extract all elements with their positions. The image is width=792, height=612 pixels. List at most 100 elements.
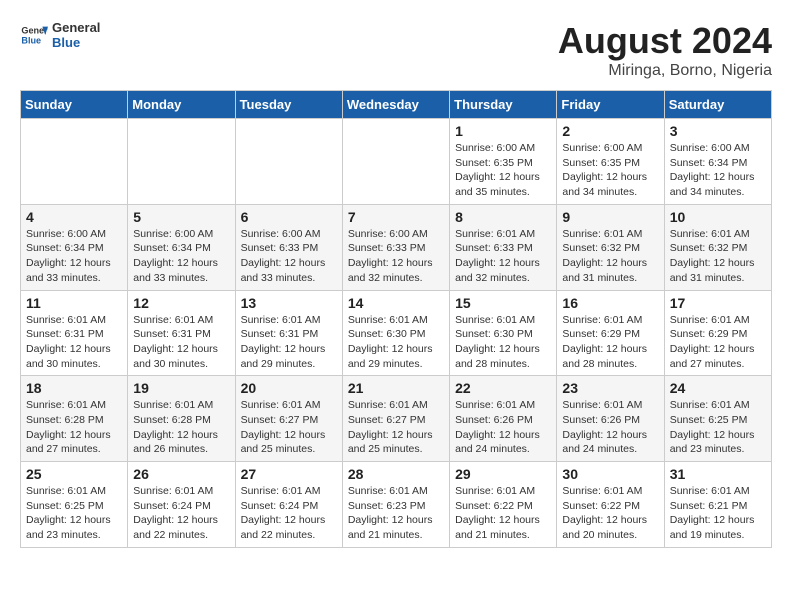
month-year-title: August 2024 <box>558 20 772 62</box>
calendar-cell <box>128 119 235 205</box>
calendar-cell: 24Sunrise: 6:01 AM Sunset: 6:25 PM Dayli… <box>664 376 771 462</box>
calendar-cell: 14 Sunrise: 6:01 AM Sunset: 6:30 PM Dayli… <box>342 290 449 376</box>
logo-general: General <box>52 20 100 35</box>
weekday-header-monday: Monday <box>128 91 235 119</box>
day-number: 2 <box>562 123 658 139</box>
day-number: 25 <box>26 466 122 482</box>
calendar-cell: 28Sunrise: 6:01 AM Sunset: 6:23 PM Dayli… <box>342 462 449 548</box>
day-info: Sunrise: 6:01 AM Sunset: 6:24 PM Dayligh… <box>241 484 337 543</box>
calendar-cell: 10 Sunrise: 6:01 AM Sunset: 6:32 PM Dayli… <box>664 204 771 290</box>
day-info: Sunrise: 6:01 AM Sunset: 6:23 PM Dayligh… <box>348 484 444 543</box>
weekday-header-wednesday: Wednesday <box>342 91 449 119</box>
calendar-cell: 26 Sunrise: 6:01 AM Sunset: 6:24 PM Dayli… <box>128 462 235 548</box>
day-number: 26 <box>133 466 229 482</box>
day-number: 4 <box>26 209 122 225</box>
day-info: Sunrise: 6:01 AM Sunset: 6:27 PM Dayligh… <box>241 398 337 457</box>
day-number: 1 <box>455 123 551 139</box>
weekday-header-tuesday: Tuesday <box>235 91 342 119</box>
calendar-cell: 17Sunrise: 6:01 AM Sunset: 6:29 PM Dayli… <box>664 290 771 376</box>
day-info: Sunrise: 6:01 AM Sunset: 6:32 PM Dayligh… <box>670 227 766 286</box>
day-number: 31 <box>670 466 766 482</box>
calendar-cell: 29 Sunrise: 6:01 AM Sunset: 6:22 PM Dayli… <box>450 462 557 548</box>
day-number: 21 <box>348 380 444 396</box>
calendar-cell: 13 Sunrise: 6:01 AM Sunset: 6:31 PM Dayli… <box>235 290 342 376</box>
day-info: Sunrise: 6:00 AM Sunset: 6:35 PM Dayligh… <box>455 141 551 200</box>
day-info: Sunrise: 6:00 AM Sunset: 6:34 PM Dayligh… <box>26 227 122 286</box>
day-info: Sunrise: 6:01 AM Sunset: 6:25 PM Dayligh… <box>670 398 766 457</box>
week-row-1: 1 Sunrise: 6:00 AM Sunset: 6:35 PM Daylig… <box>21 119 772 205</box>
day-number: 23 <box>562 380 658 396</box>
day-info: Sunrise: 6:01 AM Sunset: 6:28 PM Dayligh… <box>133 398 229 457</box>
day-info: Sunrise: 6:01 AM Sunset: 6:33 PM Dayligh… <box>455 227 551 286</box>
calendar-cell <box>235 119 342 205</box>
calendar-cell: 6Sunrise: 6:00 AM Sunset: 6:33 PM Daylig… <box>235 204 342 290</box>
week-row-3: 11 Sunrise: 6:01 AM Sunset: 6:31 PM Dayli… <box>21 290 772 376</box>
day-number: 29 <box>455 466 551 482</box>
day-info: Sunrise: 6:01 AM Sunset: 6:22 PM Dayligh… <box>562 484 658 543</box>
day-info: Sunrise: 6:00 AM Sunset: 6:33 PM Dayligh… <box>348 227 444 286</box>
calendar-cell: 4 Sunrise: 6:00 AM Sunset: 6:34 PM Daylig… <box>21 204 128 290</box>
week-row-4: 18 Sunrise: 6:01 AM Sunset: 6:28 PM Dayli… <box>21 376 772 462</box>
calendar-cell: 31Sunrise: 6:01 AM Sunset: 6:21 PM Dayli… <box>664 462 771 548</box>
calendar-cell: 23 Sunrise: 6:01 AM Sunset: 6:26 PM Dayli… <box>557 376 664 462</box>
weekday-header-friday: Friday <box>557 91 664 119</box>
calendar-cell: 16 Sunrise: 6:01 AM Sunset: 6:29 PM Dayli… <box>557 290 664 376</box>
day-number: 5 <box>133 209 229 225</box>
day-number: 30 <box>562 466 658 482</box>
day-number: 15 <box>455 295 551 311</box>
calendar-table: SundayMondayTuesdayWednesdayThursdayFrid… <box>20 90 772 548</box>
day-info: Sunrise: 6:01 AM Sunset: 6:29 PM Dayligh… <box>562 313 658 372</box>
day-number: 14 <box>348 295 444 311</box>
calendar-cell: 27Sunrise: 6:01 AM Sunset: 6:24 PM Dayli… <box>235 462 342 548</box>
day-number: 22 <box>455 380 551 396</box>
location-subtitle: Miringa, Borno, Nigeria <box>558 62 772 80</box>
calendar-cell: 20 Sunrise: 6:01 AM Sunset: 6:27 PM Dayli… <box>235 376 342 462</box>
calendar-cell: 18 Sunrise: 6:01 AM Sunset: 6:28 PM Dayli… <box>21 376 128 462</box>
day-number: 13 <box>241 295 337 311</box>
page-header: General Blue General Blue August 2024 Mi… <box>20 20 772 80</box>
day-info: Sunrise: 6:01 AM Sunset: 6:30 PM Dayligh… <box>348 313 444 372</box>
calendar-cell: 7Sunrise: 6:00 AM Sunset: 6:33 PM Daylig… <box>342 204 449 290</box>
day-number: 20 <box>241 380 337 396</box>
day-info: Sunrise: 6:01 AM Sunset: 6:30 PM Dayligh… <box>455 313 551 372</box>
day-info: Sunrise: 6:01 AM Sunset: 6:28 PM Dayligh… <box>26 398 122 457</box>
calendar-cell: 22 Sunrise: 6:01 AM Sunset: 6:26 PM Dayli… <box>450 376 557 462</box>
calendar-cell: 12Sunrise: 6:01 AM Sunset: 6:31 PM Dayli… <box>128 290 235 376</box>
calendar-cell: 21Sunrise: 6:01 AM Sunset: 6:27 PM Dayli… <box>342 376 449 462</box>
calendar-cell <box>342 119 449 205</box>
weekday-header-sunday: Sunday <box>21 91 128 119</box>
weekday-header-saturday: Saturday <box>664 91 771 119</box>
calendar-cell: 25 Sunrise: 6:01 AM Sunset: 6:25 PM Dayli… <box>21 462 128 548</box>
day-number: 6 <box>241 209 337 225</box>
calendar-cell: 8 Sunrise: 6:01 AM Sunset: 6:33 PM Daylig… <box>450 204 557 290</box>
logo-blue: Blue <box>52 35 100 50</box>
day-info: Sunrise: 6:01 AM Sunset: 6:22 PM Dayligh… <box>455 484 551 543</box>
calendar-cell <box>21 119 128 205</box>
day-info: Sunrise: 6:01 AM Sunset: 6:31 PM Dayligh… <box>133 313 229 372</box>
calendar-cell: 30 Sunrise: 6:01 AM Sunset: 6:22 PM Dayli… <box>557 462 664 548</box>
calendar-cell: 5Sunrise: 6:00 AM Sunset: 6:34 PM Daylig… <box>128 204 235 290</box>
calendar-cell: 19 Sunrise: 6:01 AM Sunset: 6:28 PM Dayli… <box>128 376 235 462</box>
calendar-cell: 11 Sunrise: 6:01 AM Sunset: 6:31 PM Dayli… <box>21 290 128 376</box>
calendar-cell: 3Sunrise: 6:00 AM Sunset: 6:34 PM Daylig… <box>664 119 771 205</box>
day-info: Sunrise: 6:01 AM Sunset: 6:25 PM Dayligh… <box>26 484 122 543</box>
day-info: Sunrise: 6:01 AM Sunset: 6:24 PM Dayligh… <box>133 484 229 543</box>
logo-icon: General Blue <box>20 21 48 49</box>
day-info: Sunrise: 6:01 AM Sunset: 6:26 PM Dayligh… <box>455 398 551 457</box>
day-info: Sunrise: 6:01 AM Sunset: 6:31 PM Dayligh… <box>241 313 337 372</box>
day-number: 17 <box>670 295 766 311</box>
day-info: Sunrise: 6:01 AM Sunset: 6:31 PM Dayligh… <box>26 313 122 372</box>
day-number: 16 <box>562 295 658 311</box>
day-number: 18 <box>26 380 122 396</box>
day-info: Sunrise: 6:01 AM Sunset: 6:32 PM Dayligh… <box>562 227 658 286</box>
day-number: 19 <box>133 380 229 396</box>
day-number: 11 <box>26 295 122 311</box>
week-row-2: 4 Sunrise: 6:00 AM Sunset: 6:34 PM Daylig… <box>21 204 772 290</box>
logo: General Blue General Blue <box>20 20 100 50</box>
calendar-cell: 2Sunrise: 6:00 AM Sunset: 6:35 PM Daylig… <box>557 119 664 205</box>
calendar-cell: 9Sunrise: 6:01 AM Sunset: 6:32 PM Daylig… <box>557 204 664 290</box>
day-info: Sunrise: 6:01 AM Sunset: 6:26 PM Dayligh… <box>562 398 658 457</box>
day-info: Sunrise: 6:00 AM Sunset: 6:34 PM Dayligh… <box>670 141 766 200</box>
day-number: 8 <box>455 209 551 225</box>
day-number: 10 <box>670 209 766 225</box>
